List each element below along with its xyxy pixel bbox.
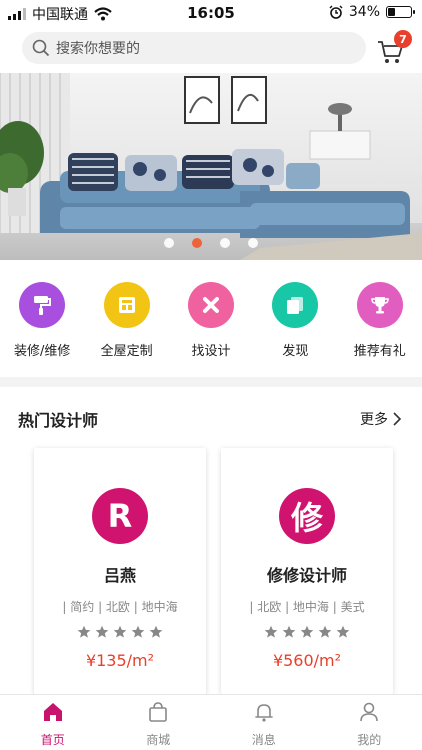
shopping-bag-icon: [147, 701, 169, 727]
search-row: 搜索你想要的 7: [0, 30, 422, 68]
category-item[interactable]: 发现: [253, 278, 337, 368]
designer-name: 吕燕: [103, 566, 136, 585]
designer-logo: R: [92, 488, 148, 544]
designer-price: ¥560/m²: [272, 651, 342, 670]
search-input[interactable]: 搜索你想要的: [22, 32, 366, 64]
paint-roller-icon: [19, 282, 66, 328]
rating-stars: [264, 625, 350, 639]
designer-logo: 修: [279, 488, 335, 544]
category-label: 推荐有礼: [353, 344, 406, 359]
star-icon: [149, 625, 163, 638]
layout-icon: [103, 282, 150, 328]
category-grid: 装修/维修 全屋定制 找设计 发现 推荐有礼: [0, 278, 422, 368]
star-icon: [77, 625, 91, 638]
banner-image-sofa: [0, 73, 422, 260]
tab-label: 我的: [357, 733, 382, 747]
section-divider: [0, 377, 422, 387]
category-label: 装修/维修: [14, 344, 71, 359]
section-title: 热门设计师: [18, 411, 99, 430]
design-close-icon: [187, 282, 234, 328]
chevron-right-icon: [393, 412, 402, 426]
battery-level-fill: [388, 8, 396, 16]
tab-label: 商城: [146, 733, 171, 747]
star-icon: [113, 625, 127, 638]
status-bar: 中国联通 16:05 34%: [0, 0, 422, 26]
banner-dot[interactable]: [192, 238, 202, 248]
banner-pagination: [0, 238, 422, 248]
banner-carousel[interactable]: [0, 73, 422, 260]
designer-card[interactable]: R 吕燕 | 简约 | 北欧 | 地中海 ¥135/m²: [34, 448, 206, 694]
category-item[interactable]: 全屋定制: [84, 278, 168, 368]
banner-dot[interactable]: [164, 238, 174, 248]
user-icon: [358, 701, 380, 727]
star-icon: [282, 625, 296, 638]
category-item[interactable]: 推荐有礼: [338, 278, 422, 368]
trophy-icon: [356, 282, 403, 328]
tab-bar: 首页 商城 消息 我的: [0, 694, 422, 750]
bell-icon: [253, 701, 275, 727]
rating-stars: [77, 625, 163, 639]
category-item[interactable]: 找设计: [169, 278, 253, 368]
category-label: 发现: [282, 344, 309, 359]
search-icon: [32, 39, 50, 57]
more-link[interactable]: 更多: [360, 409, 402, 429]
battery-icon: [386, 6, 415, 18]
cart-button[interactable]: 7: [374, 30, 412, 64]
star-icon: [264, 625, 278, 638]
tab-user[interactable]: 我的: [317, 695, 422, 750]
cart-badge: 7: [394, 30, 412, 48]
designer-tags: | 北欧 | 地中海 | 美式: [249, 600, 365, 614]
battery-percent: 34%: [348, 4, 380, 20]
star-icon: [95, 625, 109, 638]
designer-tags: | 简约 | 北欧 | 地中海: [62, 600, 178, 614]
star-icon: [336, 625, 350, 638]
category-item[interactable]: 装修/维修: [0, 278, 84, 368]
tab-bell[interactable]: 消息: [211, 695, 317, 750]
section-header: 热门设计师 更多: [0, 404, 422, 434]
star-icon: [131, 625, 145, 638]
designer-price: ¥135/m²: [85, 651, 155, 670]
search-placeholder: 搜索你想要的: [56, 41, 140, 57]
status-right: 34%: [329, 4, 415, 20]
category-label: 找设计: [191, 344, 231, 359]
more-label: 更多: [360, 412, 388, 428]
designer-card[interactable]: 修修修设计师 | 北欧 | 地中海 | 美式 ¥560/m²: [221, 448, 393, 694]
banner-dot[interactable]: [248, 238, 258, 248]
banner-dot[interactable]: [220, 238, 230, 248]
star-icon: [318, 625, 332, 638]
designer-name: 修修设计师: [266, 566, 347, 585]
tab-label: 首页: [40, 733, 65, 747]
tab-home[interactable]: 首页: [0, 695, 106, 750]
tab-shopping-bag[interactable]: 商城: [106, 695, 212, 750]
alarm-icon: [329, 5, 343, 19]
category-label: 全屋定制: [100, 344, 153, 359]
home-icon: [42, 701, 64, 727]
stack-icon: [272, 282, 319, 328]
star-icon: [300, 625, 314, 638]
tab-label: 消息: [251, 733, 276, 747]
